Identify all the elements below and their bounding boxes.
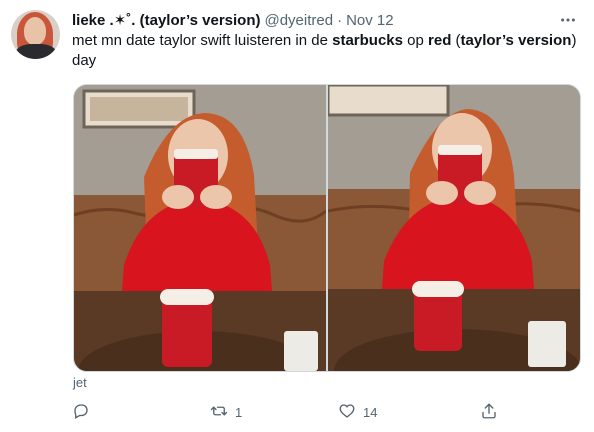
display-name-main: lieke .✶˚.	[72, 12, 136, 29]
more-icon-svg	[561, 18, 575, 22]
retweet-icon	[210, 402, 228, 423]
media-caption: jet	[73, 375, 87, 390]
tweet-text: met mn date taylor swift luisteren in de…	[72, 31, 577, 71]
tweet-text-bold-taylors-version: taylor’s version	[460, 32, 572, 49]
tweet-text-bold-red: red	[428, 32, 452, 49]
display-name-suffix: (taylor’s version)	[139, 12, 261, 29]
share-icon	[480, 402, 498, 423]
tweet-text-part: op	[403, 32, 429, 49]
tweet-photo-1[interactable]	[74, 85, 326, 371]
reply-icon	[72, 402, 90, 423]
photo-2-illustration	[328, 85, 580, 371]
tweet-header: lieke .✶˚. (taylor’s version) @dyeitred …	[72, 10, 578, 30]
photo-1-illustration	[74, 85, 326, 371]
avatar-face	[24, 17, 46, 45]
handle[interactable]: @dyeitred	[264, 12, 333, 29]
tweet-photo-2[interactable]	[328, 85, 580, 371]
like-button[interactable]: 14	[338, 398, 377, 426]
tweet-date[interactable]: Nov 12	[346, 12, 394, 29]
more-horizontal-icon[interactable]	[558, 10, 578, 30]
share-button[interactable]	[480, 398, 498, 426]
reply-button[interactable]	[72, 398, 97, 426]
heart-icon	[338, 402, 356, 423]
avatar[interactable]	[11, 10, 60, 59]
display-name[interactable]: lieke .✶˚. (taylor’s version)	[72, 11, 260, 29]
tweet-text-part: met mn date taylor swift luisteren in de	[72, 32, 333, 49]
tweet-text-bold-starbucks: starbucks	[332, 32, 403, 49]
retweet-button[interactable]: 1	[210, 398, 242, 426]
retweet-count: 1	[235, 404, 243, 420]
like-count: 14	[363, 404, 378, 420]
separator-dot: ·	[337, 11, 343, 29]
avatar-body	[16, 44, 56, 59]
tweet-text-part: (	[451, 32, 461, 49]
tweet-media	[73, 84, 581, 372]
tweet-actions: 1 14	[72, 398, 502, 426]
